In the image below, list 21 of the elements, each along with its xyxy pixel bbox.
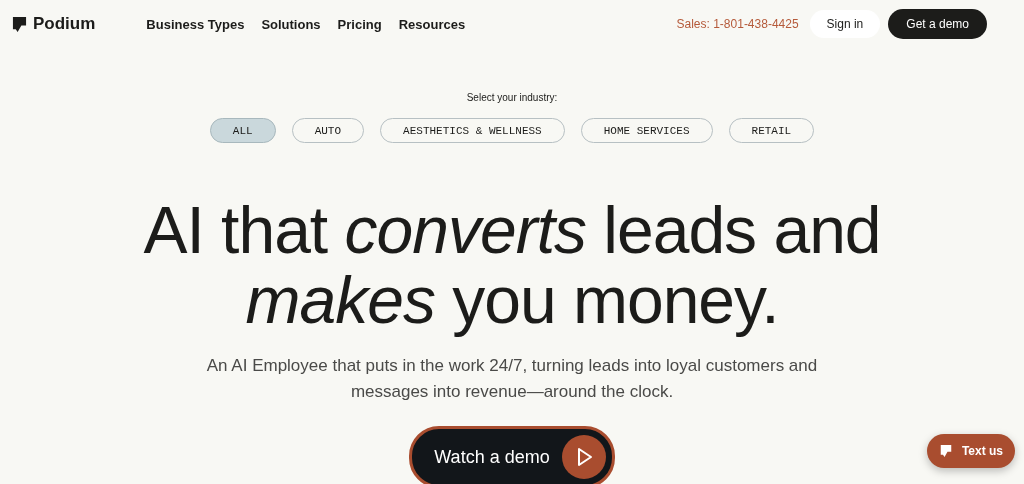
industry-pill[interactable]: AUTO <box>291 118 365 143</box>
watch-demo-button[interactable]: Watch a demo <box>409 426 615 484</box>
nav-link[interactable]: Solutions <box>261 16 321 32</box>
logo-text[interactable]: Podium <box>33 14 96 34</box>
hero-headline: AI that converts leads and makes you money. <box>142 195 882 335</box>
nav-link[interactable]: Resources <box>398 16 466 32</box>
text-us-button[interactable]: Text us <box>926 434 1015 468</box>
industry-pill[interactable]: ALL <box>209 118 276 143</box>
nav-link[interactable]: Pricing <box>337 16 382 32</box>
industry-pill[interactable]: AESTHETICS & WELLNESS <box>380 118 565 143</box>
play-icon <box>561 435 606 479</box>
sign-in-button[interactable]: Sign in <box>809 10 881 38</box>
nav-link[interactable]: Business Types <box>146 16 245 32</box>
industry-pill[interactable]: HOME SERVICES <box>580 118 713 143</box>
industry-label: Select your industry: <box>466 92 558 103</box>
logo-icon <box>12 15 27 33</box>
industry-pill[interactable]: RETAIL <box>728 118 815 143</box>
get-demo-button[interactable]: Get a demo <box>888 9 987 39</box>
hero-subtitle: An AI Employee that puts in the work 24/7, turning leads into loyal customers and messages into revenue—around the clock. <box>205 355 819 403</box>
chat-logo-icon <box>939 444 952 458</box>
sales-phone-link[interactable]: Sales: 1-801-438-4425 <box>676 17 799 31</box>
